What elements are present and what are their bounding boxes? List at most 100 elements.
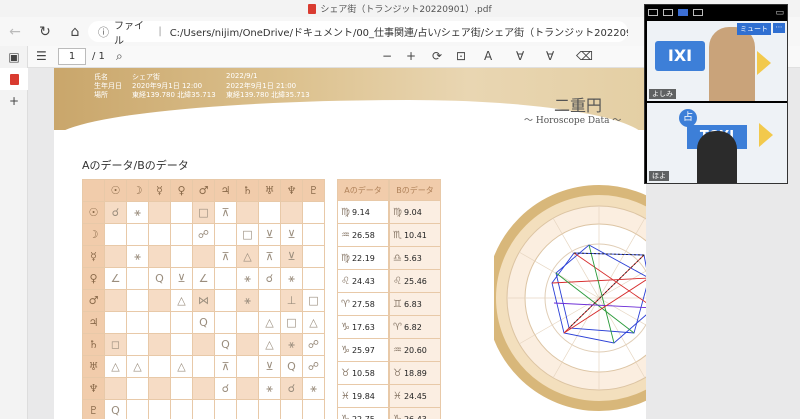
pdf-file-icon [308,3,317,14]
planet-row-header: ☿ [82,245,105,268]
positions-a-column: Aのデータ ♍ 9.14 ♒ 26.58 ♍ 22.19 ♌ 24.43 ♈ 27.58 ♑ 17.6… [337,179,389,419]
aspect-cell [104,245,127,268]
position-b-cell: ♉ 18.89 [389,362,441,385]
aspect-row: ☽ ☍ □ ⊻ ⊻ [82,223,325,246]
aspect-row: ♆ ☌ ⚹ ☌ ⚹ [82,377,325,400]
position-b-cell: ♎ 5.63 [389,247,441,270]
zodiac-sign-icon: ♑ [341,321,350,333]
add-icon[interactable]: + [0,90,28,112]
position-b-cell: ♍ 9.04 [389,201,441,224]
draw-icon[interactable]: ∀ [516,49,524,63]
aspect-cell: Q [280,355,303,378]
video-toolbar: ▭ [645,5,787,20]
aspect-cell [126,267,149,290]
tabs-icon[interactable]: ▣ [0,46,28,68]
planet-row-header: ♃ [82,311,105,334]
aspect-cell [148,355,171,378]
home-icon[interactable]: ⌂ [60,24,90,40]
aspect-cell: ⊼ [214,245,237,268]
position-b-cell: ♒ 20.60 [389,339,441,362]
aspect-cell [170,399,193,419]
position-degree: 24.45 [403,391,427,401]
aspect-row: ♇ Q [82,399,325,419]
col-b-header: Bのデータ [389,179,441,201]
aspect-cell [148,311,171,334]
zoom-in-icon[interactable]: + [406,49,416,63]
col-a-header: Aのデータ [337,179,389,201]
aspect-cell [236,311,259,334]
layout-icon[interactable] [663,9,673,16]
erase-icon[interactable]: ⌫ [576,49,593,63]
aspect-cell: ⚹ [236,289,259,312]
participant-tile-2[interactable]: 占 TOXI ほよ [647,103,787,183]
fit-page-icon[interactable]: ⊡ [456,49,466,63]
aspect-cell: △ [104,355,127,378]
planet-row-header: ♆ [82,377,105,400]
aspect-cell: ☍ [302,333,325,356]
grid-view-icon[interactable] [693,9,703,16]
aspect-row: ♅ △ △ △ ⊼ ⊻ Q ☍ [82,355,325,378]
contents-icon[interactable]: ☰ [36,49,47,63]
value-a-coords: 東経139.780 北緯35.713 [132,91,216,99]
aspect-cell [148,289,171,312]
page-number-input[interactable]: 1 [58,48,86,65]
zodiac-sign-icon: ♓ [341,390,350,402]
planet-header: ♅ [258,179,281,202]
position-b-cell: ♏ 10.41 [389,224,441,247]
more-options-icon[interactable]: ⋯ [773,23,785,33]
participant-tile-1[interactable]: IXI ミュート ⋯ よしみ [647,21,787,101]
aspect-cell [214,289,237,312]
planet-row-header: ☽ [82,223,105,246]
aspect-cell: ◻ [104,333,127,356]
aspect-cell [104,289,127,312]
speaker-view-icon[interactable] [678,9,688,16]
aspect-cell [214,267,237,290]
minimize-icon[interactable]: ▭ [775,8,784,18]
aspect-cell: ☌ [214,377,237,400]
search-icon[interactable]: ⌕ [116,49,123,64]
aspect-cell [170,377,193,400]
back-icon[interactable]: ← [0,24,30,40]
aspect-cell: ⋈ [192,289,215,312]
aspect-cell: ⊻ [258,355,281,378]
aspect-cell [192,355,215,378]
view-icon[interactable] [648,9,658,16]
position-degree: 9.14 [351,207,370,217]
aspect-row: ♃ Q △ □ △ [82,311,325,334]
url-separator: | [158,26,162,37]
aspect-header-row: ☉ ☽ ☿ ♀ ♂ ♃ ♄ ♅ ♆ ♇ [82,179,325,202]
aspect-cell [236,377,259,400]
position-b-cell: ♈ 6.82 [389,316,441,339]
aspect-cell [104,377,127,400]
position-degree: 19.84 [351,391,375,401]
aspect-cell [104,311,127,334]
rotate-icon[interactable]: ⟳ [432,49,442,63]
horoscope-wheel [494,185,646,411]
mute-badge: ミュート [737,23,771,35]
zodiac-sign-icon: ♌ [393,275,402,287]
participant-2-image [697,131,737,183]
zoom-out-icon[interactable]: − [382,49,392,63]
aspect-cell: □ [192,201,215,224]
video-call-panel: ▭ IXI ミュート ⋯ よしみ 占 TOXI ほよ [644,4,788,184]
planet-header: ☿ [148,179,171,202]
planet-row-header: ♅ [82,355,105,378]
decor-arrow-1 [757,51,771,75]
read-aloud-icon[interactable]: A [484,49,492,63]
url-prefix: ファイル [114,20,144,47]
position-degree: 10.41 [403,230,427,240]
aspect-cell: Q [104,399,127,419]
address-bar[interactable]: ⓘ ファイル | C:/Users/nijim/OneDrive/ドキュメント/… [88,21,628,47]
position-degree: 18.89 [403,368,427,378]
aspect-cell [170,333,193,356]
aspect-cell: ⚹ [258,377,281,400]
zodiac-sign-icon: ♑ [341,413,350,419]
aspect-cell [192,333,215,356]
sidebar-pdf-tab[interactable] [0,68,28,90]
aspect-cell [280,201,303,224]
reload-icon[interactable]: ↻ [30,24,60,40]
aspect-cell: △ [258,311,281,334]
zodiac-sign-icon: ♑ [393,413,402,419]
highlight-icon[interactable]: ∀ [546,49,554,63]
aspect-cell [258,289,281,312]
